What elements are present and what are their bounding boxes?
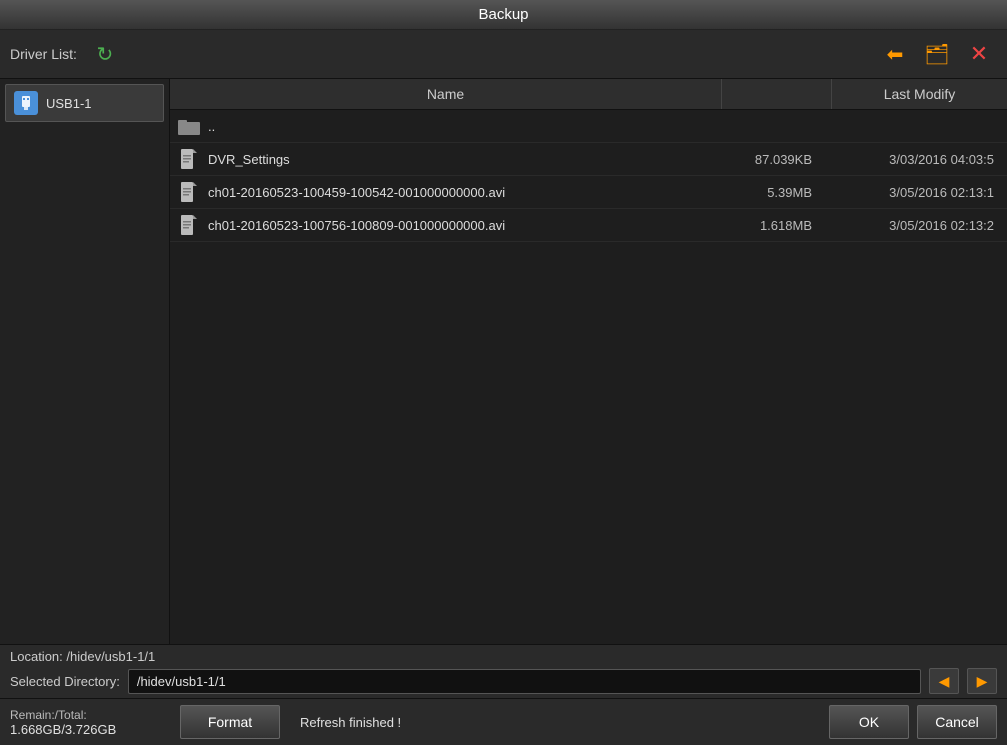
file-icon — [178, 214, 200, 236]
cancel-button[interactable]: Cancel — [917, 705, 997, 739]
file-date-cell: 3/05/2016 02:13:2 — [824, 218, 999, 233]
file-list: .. DVR_Settings 87.039KB 3/03/2 — [170, 110, 1007, 644]
sidebar-item-usb1[interactable]: USB1-1 — [5, 84, 164, 122]
col-size-header — [722, 79, 832, 109]
toolbar-right-actions: ⬅ 🗂 ✕ — [877, 36, 997, 72]
table-row[interactable]: DVR_Settings 87.039KB 3/03/2016 04:03:5 — [170, 143, 1007, 176]
file-table-header: Name Last Modify — [170, 79, 1007, 110]
ok-button[interactable]: OK — [829, 705, 909, 739]
location-label: Location: /hidev/usb1-1/1 — [10, 649, 155, 664]
remain-value: 1.668GB/3.726GB — [10, 722, 170, 737]
prev-nav-icon: ◀ — [939, 673, 950, 690]
col-date-header: Last Modify — [832, 79, 1007, 109]
refresh-button[interactable]: ↻ — [87, 36, 123, 72]
footer-bar: Remain:/Total: 1.668GB/3.726GB Format Re… — [0, 698, 1007, 745]
driver-list-label: Driver List: — [10, 46, 77, 62]
footer-action-buttons: OK Cancel — [829, 705, 997, 739]
file-area: Name Last Modify .. — [170, 79, 1007, 644]
toolbar: Driver List: ↻ ⬅ 🗂 ✕ — [0, 30, 1007, 79]
close-icon: ✕ — [970, 41, 988, 67]
table-row[interactable]: .. — [170, 110, 1007, 143]
usb-label: USB1-1 — [46, 96, 92, 111]
table-row[interactable]: ch01-20160523-100756-100809-001000000000… — [170, 209, 1007, 242]
file-icon — [178, 148, 200, 170]
new-folder-icon: 🗂 — [924, 42, 949, 67]
new-folder-button[interactable]: 🗂 — [919, 36, 955, 72]
prev-nav-button[interactable]: ◀ — [929, 668, 959, 694]
window-title: Backup — [478, 6, 528, 23]
file-size-cell: 1.618MB — [714, 218, 824, 233]
table-row[interactable]: ch01-20160523-100459-100542-001000000000… — [170, 176, 1007, 209]
refresh-icon: ↻ — [97, 42, 114, 67]
file-name-cell: ch01-20160523-100756-100809-001000000000… — [208, 218, 714, 233]
directory-row: Selected Directory: ◀ ▶ — [10, 668, 997, 694]
back-button[interactable]: ⬅ — [877, 36, 913, 72]
usb-icon — [14, 91, 38, 115]
next-nav-button[interactable]: ▶ — [967, 668, 997, 694]
col-name-header: Name — [170, 79, 722, 109]
sidebar: USB1-1 — [0, 79, 170, 644]
title-bar: Backup — [0, 0, 1007, 30]
format-button[interactable]: Format — [180, 705, 280, 739]
bottom-bar: Location: /hidev/usb1-1/1 Selected Direc… — [0, 644, 1007, 698]
remain-info: Remain:/Total: 1.668GB/3.726GB — [10, 708, 170, 737]
file-icon — [178, 181, 200, 203]
remain-label: Remain:/Total: — [10, 708, 170, 722]
file-date-cell: 3/03/2016 04:03:5 — [824, 152, 999, 167]
back-icon: ⬅ — [887, 42, 904, 67]
folder-icon — [178, 115, 200, 137]
file-size-cell: 87.039KB — [714, 152, 824, 167]
file-name-cell: .. — [208, 119, 714, 134]
file-size-cell: 5.39MB — [714, 185, 824, 200]
selected-dir-input[interactable] — [128, 669, 921, 694]
status-text: Refresh finished ! — [290, 715, 819, 730]
file-date-cell: 3/05/2016 02:13:1 — [824, 185, 999, 200]
close-button[interactable]: ✕ — [961, 36, 997, 72]
location-row: Location: /hidev/usb1-1/1 — [10, 649, 997, 664]
main-area: USB1-1 Name Last Modify .. — [0, 79, 1007, 644]
file-name-cell: DVR_Settings — [208, 152, 714, 167]
next-nav-icon: ▶ — [977, 673, 988, 690]
selected-dir-label: Selected Directory: — [10, 674, 120, 689]
file-name-cell: ch01-20160523-100459-100542-001000000000… — [208, 185, 714, 200]
